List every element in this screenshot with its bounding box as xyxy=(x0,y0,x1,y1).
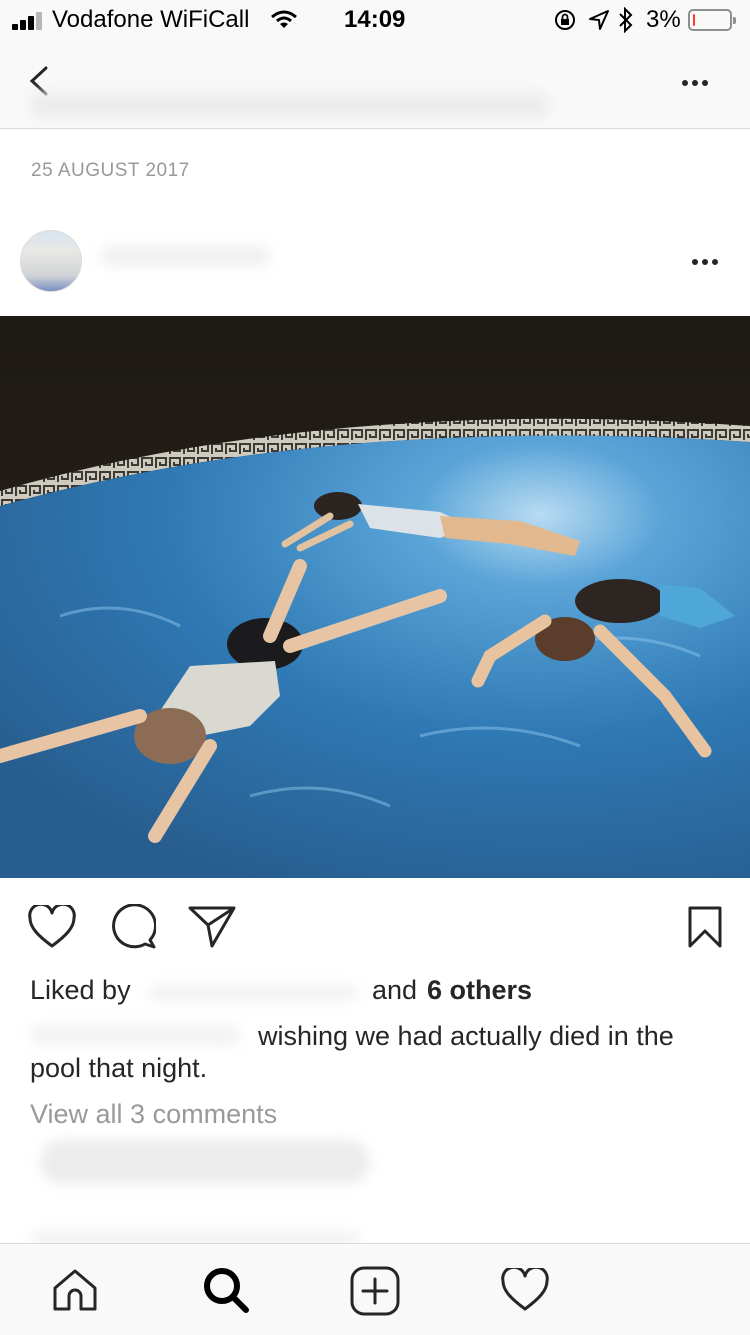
post-date: 25 AUGUST 2017 xyxy=(31,160,190,181)
avatar[interactable] xyxy=(20,230,82,292)
carrier-name: Vodafone WiFiCall xyxy=(52,6,250,33)
comment-icon[interactable] xyxy=(108,904,156,950)
redacted-liker[interactable] xyxy=(148,985,358,1001)
add-post-icon[interactable] xyxy=(350,1266,400,1316)
activity-heart-icon[interactable] xyxy=(500,1268,550,1312)
battery-level-fill xyxy=(693,14,695,26)
redacted-caption-author[interactable] xyxy=(30,1025,240,1045)
redacted-username[interactable] xyxy=(100,246,270,266)
location-arrow-icon xyxy=(589,10,609,30)
liked-by-and: and xyxy=(372,975,418,1005)
view-all-comments-link[interactable]: View all 3 comments xyxy=(30,1099,277,1130)
cellular-signal-icon xyxy=(12,12,48,30)
orientation-lock-icon xyxy=(555,10,575,30)
share-icon[interactable] xyxy=(188,905,236,949)
caption-text: wishing we had actually died in the xyxy=(258,1021,674,1051)
search-icon[interactable] xyxy=(202,1266,250,1314)
liked-by-label: Liked by xyxy=(30,975,131,1005)
home-icon[interactable] xyxy=(52,1268,98,1312)
caption-text-continued: pool that night. xyxy=(30,1053,208,1083)
battery-percent: 3% xyxy=(646,6,681,33)
post-image[interactable] xyxy=(0,316,750,878)
post-options-icon[interactable] xyxy=(692,259,718,265)
clock: 14:09 xyxy=(344,6,406,33)
redacted-title xyxy=(30,92,550,118)
navigation-bar xyxy=(0,40,750,129)
heart-icon[interactable] xyxy=(27,905,77,949)
status-bar: Vodafone WiFiCall 14:09 3% xyxy=(0,0,750,40)
tab-bar xyxy=(0,1243,750,1335)
redacted-comments xyxy=(40,1140,370,1184)
liked-by-others[interactable]: 6 others xyxy=(427,975,532,1006)
bookmark-icon[interactable] xyxy=(687,905,723,949)
wifi-icon xyxy=(271,10,297,28)
bluetooth-icon xyxy=(619,7,633,33)
more-horizontal-icon[interactable] xyxy=(682,80,708,86)
battery-icon xyxy=(688,9,736,31)
